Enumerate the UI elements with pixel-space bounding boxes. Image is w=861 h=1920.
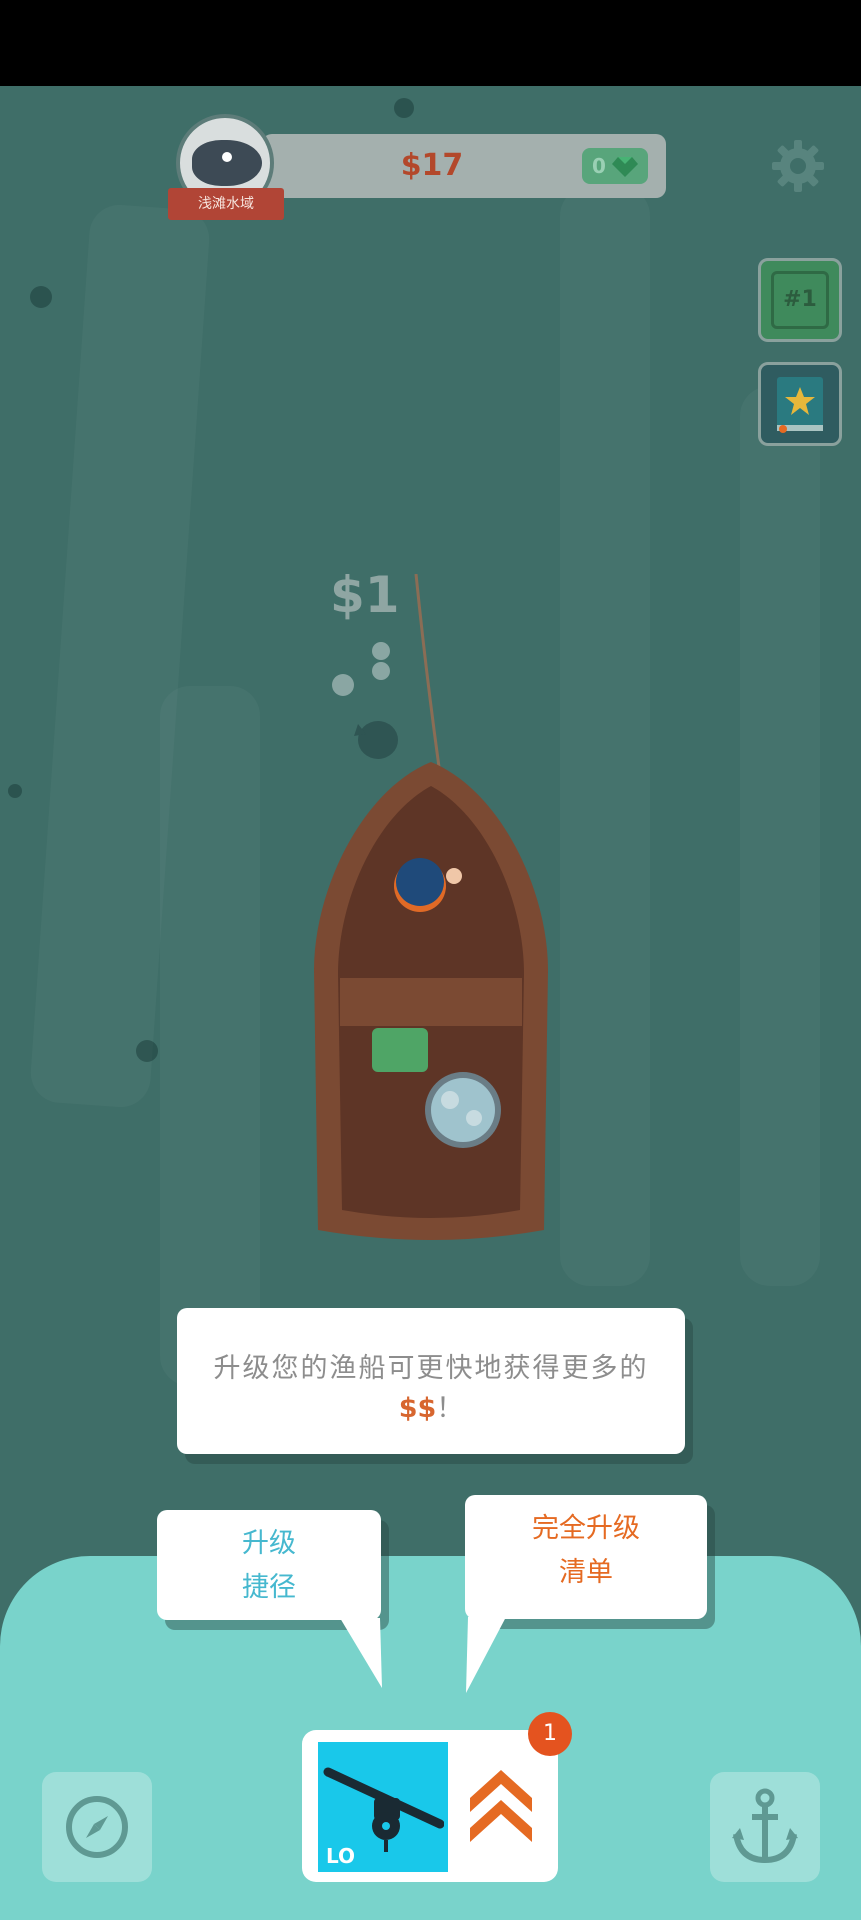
fishing-boat[interactable] bbox=[310, 760, 552, 1244]
region-label: 浅滩水域 bbox=[168, 188, 284, 220]
boat-upgrade-tip-money: $$ bbox=[398, 1393, 437, 1424]
harbor-button[interactable] bbox=[710, 1772, 820, 1882]
tooltip-tail bbox=[340, 1618, 382, 1688]
gear-icon[interactable] bbox=[770, 138, 826, 194]
fishing-rod-tile[interactable]: LO bbox=[318, 1742, 448, 1872]
caught-fish-icon bbox=[354, 721, 398, 759]
catch-money-popup: $1 bbox=[330, 566, 400, 624]
full-upgrade-line2: 清单 bbox=[559, 1557, 613, 1588]
upgrade-arrows-icon bbox=[470, 1770, 532, 1842]
upgrade-shortcut-tip: 升级 捷径 bbox=[157, 1510, 381, 1620]
bubble bbox=[372, 662, 390, 680]
boat-upgrade-tip: 升级您的渔船可更快地获得更多的 $$！ bbox=[177, 1308, 685, 1454]
full-upgrade-list-tip: 完全升级 清单 bbox=[465, 1495, 707, 1619]
leaderboard-button[interactable]: #1 bbox=[758, 258, 842, 342]
upgrade-shortcut-line1: 升级 bbox=[242, 1528, 296, 1559]
money-amount: $17 bbox=[400, 148, 464, 183]
gem-counter[interactable]: 0 bbox=[582, 148, 648, 184]
money-bar: $17 0 bbox=[262, 134, 666, 198]
gem-icon bbox=[612, 157, 638, 177]
gem-count: 0 bbox=[592, 154, 606, 178]
status-bar bbox=[0, 0, 861, 86]
boat-upgrade-tip-text: 升级您的渔船可更快地获得更多的 bbox=[213, 1353, 649, 1384]
fish-collection-button[interactable] bbox=[758, 362, 842, 446]
rod-level: LO bbox=[326, 1844, 356, 1868]
star-book-icon bbox=[777, 377, 823, 433]
full-upgrade-line1: 完全升级 bbox=[532, 1513, 640, 1544]
bubble bbox=[332, 674, 354, 696]
bubble bbox=[372, 642, 390, 660]
notification-badge: 1 bbox=[528, 1712, 572, 1756]
fishing-rod-icon bbox=[323, 1767, 444, 1852]
upgrade-shortcut-line2: 捷径 bbox=[242, 1572, 296, 1603]
compass-icon bbox=[66, 1796, 128, 1858]
boat-upgrade-tip-excl: ！ bbox=[436, 1393, 464, 1424]
tooltip-tail bbox=[466, 1617, 506, 1693]
fish-icon bbox=[192, 140, 262, 186]
map-button[interactable] bbox=[42, 1772, 152, 1882]
upgrade-card[interactable]: LO bbox=[302, 1730, 558, 1882]
anchor-icon bbox=[732, 1788, 798, 1864]
rank-label: #1 bbox=[771, 271, 829, 329]
